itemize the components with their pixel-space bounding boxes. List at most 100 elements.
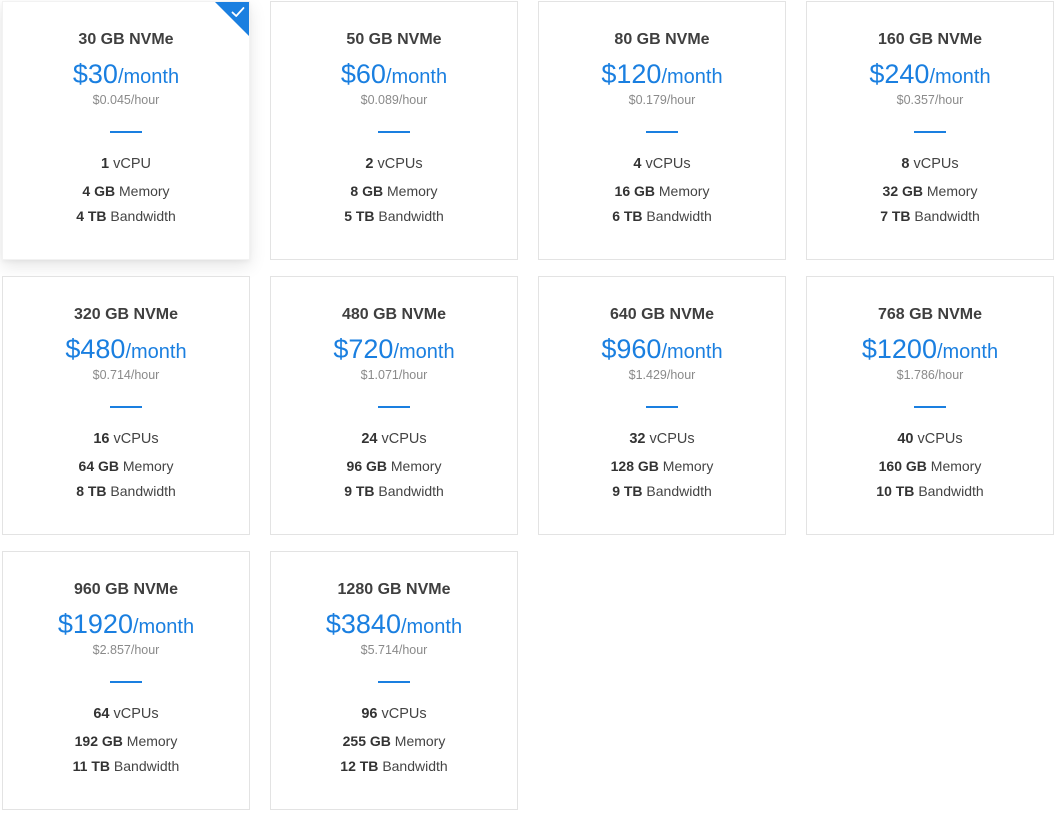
hourly-price: $1.071/hour (360, 368, 428, 382)
cpu-count: 40 (897, 431, 914, 447)
spec-cpu: 64 vCPUs (3, 705, 249, 723)
spec-memory: 192 GB Memory (3, 732, 249, 750)
cpu-unit: vCPUs (649, 431, 695, 447)
divider (914, 406, 946, 408)
plan-card[interactable]: 160 GB NVMe $240/month $0.357/hour 8 vCP… (806, 1, 1054, 260)
spec-memory: 64 GB Memory (3, 457, 249, 475)
price-amount: $60 (340, 59, 386, 89)
checkmark-icon (231, 7, 245, 17)
memory-value: 192 GB (74, 733, 123, 749)
bandwidth-unit: Bandwidth (646, 483, 712, 499)
price-amount: $3840 (325, 609, 401, 639)
bandwidth-value: 10 TB (876, 483, 915, 499)
hourly-price: $2.857/hour (92, 643, 160, 657)
plan-name: 30 GB NVMe (78, 31, 174, 48)
price-amount: $120 (601, 59, 662, 89)
memory-unit: Memory (390, 458, 442, 474)
bandwidth-unit: Bandwidth (918, 483, 984, 499)
hourly-price: $0.714/hour (92, 368, 160, 382)
price-amount: $480 (65, 334, 126, 364)
price-amount: $30 (72, 59, 118, 89)
divider (110, 406, 142, 408)
plan-name: 1280 GB NVMe (337, 581, 451, 598)
cpu-count: 8 (901, 156, 910, 172)
cpu-unit: vCPUs (113, 706, 159, 722)
spec-bandwidth: 4 TB Bandwidth (3, 207, 249, 225)
bandwidth-value: 8 TB (76, 483, 107, 499)
price-amount: $960 (601, 334, 662, 364)
plan-name: 160 GB NVMe (877, 31, 983, 48)
spec-bandwidth: 6 TB Bandwidth (539, 207, 785, 225)
memory-value: 4 GB (82, 183, 116, 199)
plan-price: $720/month (271, 333, 517, 365)
plan-price: $120/month (539, 58, 785, 90)
memory-value: 96 GB (346, 458, 387, 474)
price-amount: $1200 (861, 334, 937, 364)
spec-bandwidth: 5 TB Bandwidth (271, 207, 517, 225)
memory-unit: Memory (394, 733, 446, 749)
memory-unit: Memory (126, 733, 178, 749)
memory-value: 64 GB (78, 458, 119, 474)
spec-bandwidth: 12 TB Bandwidth (271, 757, 517, 775)
divider (110, 131, 142, 133)
divider (378, 681, 410, 683)
plan-price: $480/month (3, 333, 249, 365)
cpu-unit: vCPUs (381, 431, 427, 447)
spec-cpu: 24 vCPUs (271, 430, 517, 448)
bandwidth-value: 4 TB (76, 208, 107, 224)
bandwidth-value: 12 TB (340, 758, 379, 774)
spec-cpu: 1 vCPU (3, 155, 249, 173)
plan-card[interactable]: 640 GB NVMe $960/month $1.429/hour 32 vC… (538, 276, 786, 535)
spec-cpu: 32 vCPUs (539, 430, 785, 448)
price-period: /month (132, 616, 195, 638)
memory-value: 8 GB (350, 183, 384, 199)
spec-cpu: 4 vCPUs (539, 155, 785, 173)
spec-bandwidth: 11 TB Bandwidth (3, 757, 249, 775)
plan-card[interactable]: 80 GB NVMe $120/month $0.179/hour 4 vCPU… (538, 1, 786, 260)
plan-card[interactable]: 30 GB NVMe $30/month $0.045/hour 1 vCPU … (2, 1, 250, 260)
price-amount: $240 (869, 59, 930, 89)
plan-price: $960/month (539, 333, 785, 365)
plan-price: $1200/month (807, 333, 1053, 365)
cpu-count: 2 (365, 156, 374, 172)
spec-cpu: 96 vCPUs (271, 705, 517, 723)
bandwidth-unit: Bandwidth (382, 758, 448, 774)
price-amount: $720 (333, 334, 394, 364)
plan-card[interactable]: 1280 GB NVMe $3840/month $5.714/hour 96 … (270, 551, 518, 810)
plan-grid: 30 GB NVMe $30/month $0.045/hour 1 vCPU … (2, 1, 1054, 810)
cpu-count: 1 (101, 156, 110, 172)
plan-price: $60/month (271, 58, 517, 90)
plan-card[interactable]: 768 GB NVMe $1200/month $1.786/hour 40 v… (806, 276, 1054, 535)
price-period: /month (393, 341, 455, 363)
divider (378, 131, 410, 133)
plan-card[interactable]: 960 GB NVMe $1920/month $2.857/hour 64 v… (2, 551, 250, 810)
plan-price: $240/month (807, 58, 1053, 90)
memory-unit: Memory (122, 458, 174, 474)
cpu-count: 16 (93, 431, 110, 447)
cpu-count: 32 (629, 431, 646, 447)
hourly-price: $1.429/hour (628, 368, 696, 382)
memory-unit: Memory (930, 458, 982, 474)
plan-card[interactable]: 480 GB NVMe $720/month $1.071/hour 24 vC… (270, 276, 518, 535)
cpu-unit: vCPUs (917, 431, 963, 447)
bandwidth-unit: Bandwidth (110, 208, 176, 224)
plan-name: 320 GB NVMe (73, 306, 179, 323)
bandwidth-value: 9 TB (344, 483, 375, 499)
hourly-price: $5.714/hour (360, 643, 428, 657)
memory-unit: Memory (387, 183, 438, 199)
bandwidth-value: 5 TB (344, 208, 375, 224)
cpu-count: 24 (361, 431, 378, 447)
plan-card[interactable]: 50 GB NVMe $60/month $0.089/hour 2 vCPUs… (270, 1, 518, 260)
bandwidth-unit: Bandwidth (113, 758, 180, 774)
plan-card[interactable]: 320 GB NVMe $480/month $0.714/hour 16 vC… (2, 276, 250, 535)
bandwidth-value: 11 TB (72, 758, 111, 774)
plan-name: 960 GB NVMe (73, 581, 179, 598)
plan-price: $30/month (3, 58, 249, 90)
bandwidth-unit: Bandwidth (110, 483, 176, 499)
price-period: /month (929, 66, 991, 88)
plan-name: 768 GB NVMe (877, 306, 983, 323)
cpu-count: 64 (93, 706, 110, 722)
divider (914, 131, 946, 133)
price-period: /month (936, 341, 999, 363)
plan-price: $3840/month (271, 608, 517, 640)
